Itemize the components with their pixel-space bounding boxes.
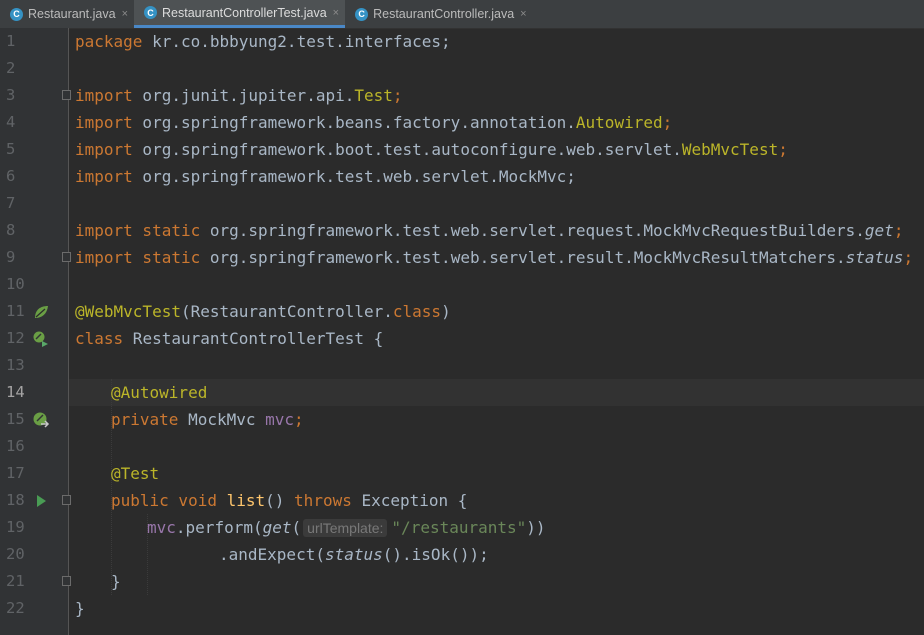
code-line[interactable]: @WebMvcTest(RestaurantController.class)	[75, 298, 451, 325]
spring-bean-icon[interactable]	[32, 303, 50, 321]
code-line[interactable]: import org.springframework.boot.test.aut…	[75, 136, 788, 163]
run-test-icon[interactable]	[32, 492, 50, 510]
tab-restaurant-controller-test-java[interactable]: C RestaurantControllerTest.java ×	[134, 0, 346, 28]
line-number: 16	[6, 437, 25, 455]
editor-tab-bar: C Restaurant.java × C RestaurantControll…	[0, 0, 924, 29]
code-line[interactable]: class RestaurantControllerTest {	[75, 325, 383, 352]
code-line[interactable]: .andExpect(status().isOk());	[219, 541, 489, 568]
line-number: 4	[6, 113, 16, 131]
code-line[interactable]: package kr.co.bbbyung2.test.interfaces;	[75, 28, 451, 55]
editor-gutter[interactable]: 1 2 3 4 5 6 7 8 9 10 11 12 13 14 15 16 17 18 19 20 21 22	[0, 28, 71, 635]
line-number: 22	[6, 599, 25, 617]
code-line[interactable]: private MockMvc mvc;	[111, 406, 304, 433]
code-line[interactable]: import org.junit.jupiter.api.Test;	[75, 82, 403, 109]
code-line[interactable]: import static org.springframework.test.w…	[75, 244, 913, 271]
code-editor[interactable]: package kr.co.bbbyung2.test.interfaces; …	[69, 28, 924, 635]
autowired-navigate-icon[interactable]	[32, 411, 50, 429]
tab-label: RestaurantController.java	[373, 7, 515, 21]
code-line[interactable]: mvc.perform(get(urlTemplate: "/restaurant…	[147, 514, 546, 541]
code-line[interactable]: import org.springframework.test.web.serv…	[75, 163, 576, 190]
line-number: 5	[6, 140, 16, 158]
line-number: 8	[6, 221, 16, 239]
line-number: 1	[6, 32, 16, 50]
line-number: 9	[6, 248, 16, 266]
tab-label: RestaurantControllerTest.java	[162, 5, 327, 20]
spring-context-icon[interactable]	[32, 330, 50, 348]
close-icon[interactable]: ×	[520, 8, 526, 20]
tab-restaurant-java[interactable]: C Restaurant.java ×	[0, 0, 134, 28]
java-class-icon: C	[355, 7, 369, 21]
parameter-hint: urlTemplate:	[303, 519, 388, 537]
line-number: 14	[6, 383, 25, 401]
code-line[interactable]: }	[111, 568, 121, 595]
code-line[interactable]: import org.springframework.beans.factory…	[75, 109, 672, 136]
tab-restaurant-controller-java[interactable]: C RestaurantController.java ×	[345, 0, 532, 28]
line-number: 6	[6, 167, 16, 185]
line-number: 13	[6, 356, 25, 374]
close-icon[interactable]: ×	[333, 7, 339, 19]
line-number: 20	[6, 545, 25, 563]
line-number: 21	[6, 572, 25, 590]
java-class-icon: C	[144, 6, 157, 19]
line-number: 7	[6, 194, 16, 212]
line-number: 3	[6, 86, 16, 104]
code-line-current[interactable]: @Autowired	[111, 379, 207, 406]
line-number: 19	[6, 518, 25, 536]
code-line[interactable]: public void list() throws Exception {	[111, 487, 467, 514]
code-line[interactable]: @Test	[111, 460, 159, 487]
tab-label: Restaurant.java	[28, 7, 116, 21]
line-number: 10	[6, 275, 25, 293]
line-number: 17	[6, 464, 25, 482]
line-number: 2	[6, 59, 16, 77]
close-icon[interactable]: ×	[122, 8, 128, 20]
code-line[interactable]: }	[75, 595, 85, 622]
code-line[interactable]: import static org.springframework.test.w…	[75, 217, 903, 244]
java-class-icon: C	[10, 7, 23, 21]
